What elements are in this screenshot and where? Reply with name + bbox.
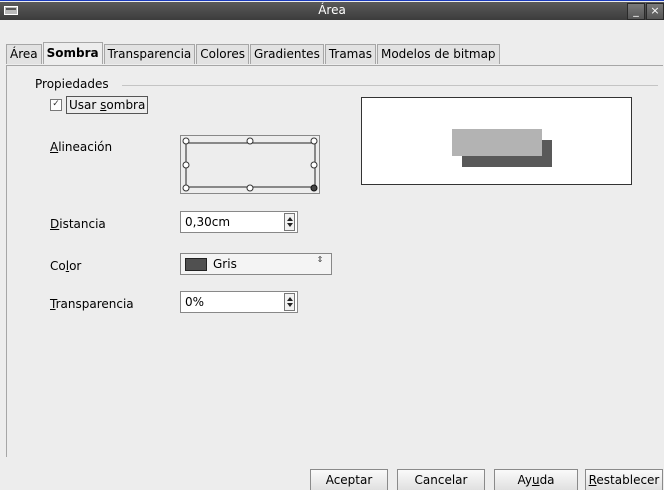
preview-object [452, 129, 542, 156]
area-dialog: Área _ × Área Sombra Transparencia Color… [0, 0, 664, 490]
tab-tramas[interactable]: Tramas [324, 44, 376, 64]
close-icon[interactable]: × [646, 3, 664, 20]
transparency-value[interactable]: 0% [185, 295, 204, 309]
tab-transparencia[interactable]: Transparencia [103, 44, 196, 64]
align-point-top-center [246, 137, 254, 145]
tab-bar: Área Sombra Transparencia Colores Gradie… [6, 42, 501, 66]
section-title: Propiedades [35, 77, 109, 91]
minimize-icon[interactable]: _ [627, 3, 645, 20]
title-bar[interactable]: Área _ × [0, 2, 664, 20]
reset-button[interactable]: Restablecer [585, 469, 663, 490]
checkbox-check-icon[interactable]: ✓ [50, 99, 62, 111]
preview-canvas [452, 129, 552, 167]
tab-colores[interactable]: Colores [196, 44, 249, 64]
tab-area[interactable]: Área [6, 44, 42, 64]
align-point-middle-left [182, 161, 190, 169]
alignment-picker[interactable] [180, 135, 320, 194]
cancel-button[interactable]: Cancelar [397, 469, 485, 490]
section-divider [122, 85, 658, 86]
shadow-preview [361, 97, 632, 185]
distance-spinbox[interactable]: 0,30cm [180, 211, 298, 233]
alignment-grid [182, 137, 318, 192]
tab-sombra[interactable]: Sombra [42, 42, 103, 64]
color-value: Gris [213, 257, 237, 271]
ok-button[interactable]: Aceptar [310, 469, 388, 490]
help-button[interactable]: Ayuda [494, 469, 578, 490]
align-point-bottom-left [182, 184, 190, 192]
use-shadow-checkbox[interactable]: ✓ Usar sombra [50, 96, 149, 114]
alignment-label: Alineación [50, 140, 113, 154]
dropdown-arrows-icon[interactable]: ⇕ [315, 256, 325, 272]
tab-gradientes[interactable]: Gradientes [249, 44, 324, 64]
color-dropdown[interactable]: Gris ⇕ [180, 253, 332, 275]
transparency-label: Transparencia [50, 297, 134, 311]
distance-label: Distancia [50, 217, 106, 231]
window-controls: _ × [626, 3, 664, 20]
tab-modelos-de-bitmap[interactable]: Modelos de bitmap [376, 44, 500, 64]
align-point-bottom-right [310, 184, 318, 192]
color-label: Color [50, 259, 82, 273]
use-shadow-label[interactable]: Usar sombra [66, 96, 149, 114]
transparency-spinbox[interactable]: 0% [180, 291, 298, 313]
align-point-top-right [310, 137, 318, 145]
align-point-bottom-center [246, 184, 254, 192]
distance-value[interactable]: 0,30cm [185, 215, 230, 229]
spin-arrows-icon[interactable] [284, 213, 295, 231]
spin-arrows-icon[interactable] [284, 293, 295, 311]
align-point-top-left [182, 137, 190, 145]
align-point-middle-right [310, 161, 318, 169]
window-title: Área [318, 3, 346, 17]
color-swatch [185, 258, 207, 271]
